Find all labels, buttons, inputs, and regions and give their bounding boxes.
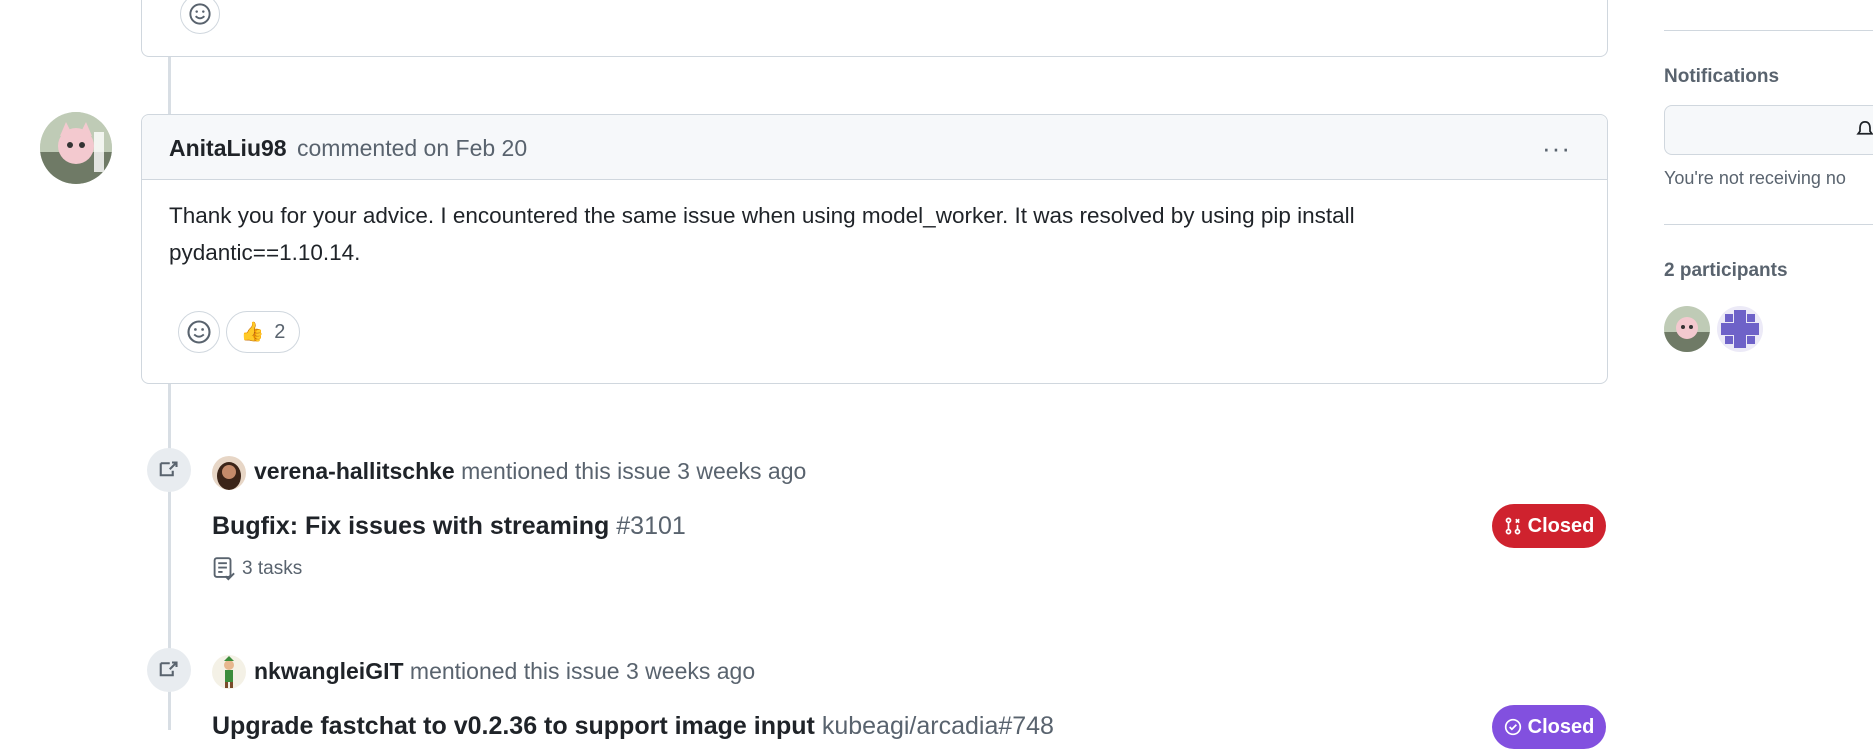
avatar[interactable] [40,112,112,184]
add-reaction-button[interactable] [178,311,220,353]
participants-heading: 2 participants [1664,260,1788,281]
smiley-icon [187,320,211,344]
status-badge: Closed [1492,504,1606,548]
comment-header: AnitaLiu98 commented on Feb 20 ··· [142,115,1607,180]
status-label: Closed [1527,514,1595,537]
event-text: nkwangleiGIT mentioned this issue 3 week… [254,658,755,685]
previous-comment-box [141,0,1608,57]
comment-timestamp[interactable]: commented on Feb 20 [297,135,527,162]
user-avatar[interactable] [212,655,246,689]
comment-card: AnitaLiu98 commented on Feb 20 ··· Thank… [141,114,1608,384]
user-avatar[interactable] [212,456,246,490]
referenced-pr-number[interactable]: #3101 [616,512,686,540]
event-description: mentioned this issue 3 weeks ago [461,458,807,484]
status-badge: Closed [1492,705,1606,749]
comment-options-button[interactable]: ··· [1542,133,1571,164]
smiley-icon [189,3,211,25]
event-description: mentioned this issue 3 weeks ago [409,658,756,684]
comment-author-link[interactable]: AnitaLiu98 [169,135,287,162]
cross-reference-icon [147,648,191,692]
referenced-pr-title[interactable]: Upgrade fastchat to v0.2.36 to support i… [212,712,1054,741]
sidebar-divider [1664,224,1873,225]
pull-request-closed-icon [1505,517,1521,535]
merged-check-icon [1504,718,1521,736]
referenced-pr-link[interactable]: Upgrade fastchat to v0.2.36 to support i… [212,712,815,740]
comment-text-line: pydantic==1.10.14. [169,240,361,265]
thumbs-up-reaction-button[interactable]: 👍 2 [226,311,300,353]
event-text: verena-hallitschke mentioned this issue … [254,458,806,485]
thumbs-up-icon: 👍 [240,322,265,343]
event-user-link[interactable]: verena-hallitschke [254,458,455,484]
reaction-count: 2 [274,320,286,343]
status-label: Closed [1527,715,1595,738]
add-reaction-button[interactable] [180,0,220,34]
referenced-pr-link[interactable]: Bugfix: Fix issues with streaming [212,512,609,540]
subscribe-button[interactable] [1664,105,1873,155]
task-count: 3 tasks [242,558,303,579]
referenced-pr-title[interactable]: Bugfix: Fix issues with streaming #3101 [212,512,686,541]
notifications-heading: Notifications [1664,66,1780,87]
task-progress: 3 tasks [212,556,302,582]
avatar-image [40,112,112,184]
referenced-pr-number[interactable]: kubeagi/arcadia#748 [822,712,1054,740]
participant-avatar[interactable] [1717,306,1763,352]
sidebar-divider [1664,30,1873,31]
comment-text-line: Thank you for your advice. I encountered… [169,203,1355,228]
bell-icon [1856,120,1873,135]
notifications-status-text: You're not receiving no [1664,168,1846,188]
comment-body: Thank you for your advice. I encountered… [169,197,1569,271]
checklist-icon [213,557,235,581]
event-user-link[interactable]: nkwangleiGIT [254,658,404,684]
participant-avatar[interactable] [1664,306,1710,352]
cross-reference-icon [147,448,191,492]
